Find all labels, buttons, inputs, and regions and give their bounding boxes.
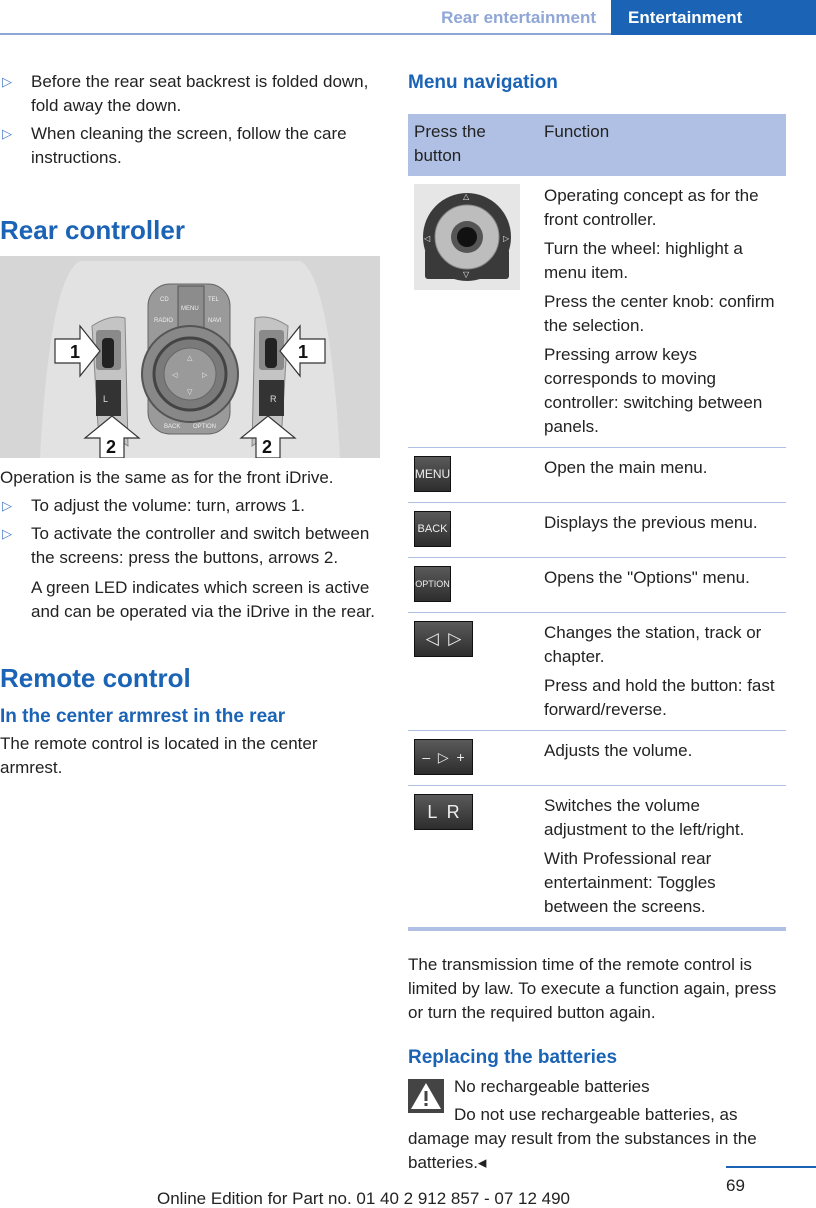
transmission-text: The transmission time of the remote cont…: [408, 955, 777, 1022]
figure-label-navi: NAVI: [208, 318, 222, 324]
section-title-rear-controller: Rear controller: [0, 215, 185, 245]
back-key-icon: BACK: [414, 511, 451, 547]
warning-title: No rechargeable batteries: [454, 1077, 650, 1096]
svg-text:◁: ◁: [172, 372, 178, 379]
table-header-row: Press the button Function: [408, 114, 786, 176]
list-item: ▷ To adjust the volume: turn, arrows 1.: [0, 494, 380, 518]
callout-1-left: 1: [70, 342, 80, 362]
section-title-menu-navigation: Menu navigation: [408, 72, 558, 93]
bullet-triangle-icon: ▷: [2, 126, 12, 141]
table-row: OPTION Opens the "Options" menu.: [408, 557, 786, 613]
volume-key-icon: – ▷ +: [414, 739, 473, 775]
figure-label-r: R: [270, 394, 277, 404]
remote-location-text: The remote control is located in the cen…: [0, 734, 318, 777]
subsection-title-batteries: Replacing the batteries: [408, 1047, 618, 1068]
headphone-lr-key-icon: L R: [414, 794, 473, 830]
figure-label-tel: TEL: [208, 297, 220, 303]
skip-keys-icon: ◁ ▷: [414, 621, 473, 657]
warning-triangle-icon: [408, 1079, 444, 1113]
menu-navigation-table: Press the button Function △ ▽ ◁ ▷ Operat…: [408, 114, 786, 931]
rear-controller-intro: Operation is the same as for the front i…: [0, 468, 334, 487]
bullet-triangle-icon: ▷: [2, 498, 12, 513]
header-rule: [0, 33, 611, 35]
list-item: ▷ To activate the controller and switch …: [2, 524, 370, 567]
option-key-icon: OPTION: [414, 566, 451, 602]
subsection-title-armrest: In the center armrest in the rear: [0, 706, 286, 727]
figure-label-radio: RADIO: [154, 318, 173, 324]
right-column: Menu navigation Press the button Functio…: [408, 70, 786, 1175]
callout-2-left: 2: [106, 437, 116, 457]
warning-block: No rechargeable batteries Do not use rec…: [408, 1075, 786, 1175]
table-row: △ ▽ ◁ ▷ Operating concept as for the fro…: [408, 176, 786, 448]
page-header: Rear entertainment Entertainment: [0, 0, 816, 35]
bullet-triangle-icon: ▷: [2, 74, 12, 89]
warning-text: Do not use rechargeable batteries, as da…: [408, 1105, 757, 1172]
svg-text:△: △: [463, 192, 470, 201]
svg-text:◁: ◁: [424, 234, 431, 243]
svg-text:▽: ▽: [187, 389, 193, 396]
table-row: – ▷ + Adjusts the volume.: [408, 730, 786, 786]
controller-knob-icon: △ ▽ ◁ ▷: [414, 184, 520, 290]
column-header-button: Press the button: [408, 114, 538, 176]
rear-controller-figure: CD MENU TEL RADIO NAVI BACK OPTION △ ▽ ◁…: [0, 256, 380, 458]
page-number: 69: [726, 1176, 745, 1195]
led-note: A green LED indicates which screen is ac…: [31, 578, 375, 621]
table-row: ◁ ▷ Changes the station, track or chapte…: [408, 612, 786, 731]
figure-label-menu: MENU: [181, 306, 199, 312]
svg-text:▷: ▷: [202, 372, 208, 379]
list-item: ▷ Before the rear seat backrest is folde…: [2, 72, 369, 115]
svg-text:△: △: [187, 355, 193, 362]
figure-label-option: OPTION: [193, 424, 216, 430]
menu-key-icon: MENU: [414, 456, 451, 492]
callout-2-right: 2: [262, 437, 272, 457]
svg-text:▷: ▷: [503, 234, 510, 243]
left-column: ▷ Before the rear seat backrest is folde…: [0, 70, 380, 784]
section-title-remote-control: Remote control: [0, 663, 191, 693]
footer-rule: [726, 1166, 816, 1168]
table-row: BACK Displays the previous menu.: [408, 502, 786, 558]
header-chapter: Entertainment: [611, 0, 816, 35]
callout-1-right: 1: [298, 342, 308, 362]
table-row: MENU Open the main menu.: [408, 447, 786, 503]
figure-label-cd: CD: [160, 297, 169, 303]
svg-text:▽: ▽: [463, 270, 470, 279]
table-row: L R Switches the volume adjustment to th…: [408, 785, 786, 931]
list-item: ▷ When cleaning the screen, follow the c…: [2, 124, 347, 167]
figure-label-back: BACK: [164, 424, 180, 430]
figure-label-l: L: [103, 394, 108, 404]
column-header-function: Function: [538, 114, 786, 176]
header-section: Rear entertainment: [441, 8, 596, 27]
edition-text: Online Edition for Part no. 01 40 2 912 …: [157, 1189, 571, 1208]
bullet-triangle-icon: ▷: [2, 526, 12, 541]
